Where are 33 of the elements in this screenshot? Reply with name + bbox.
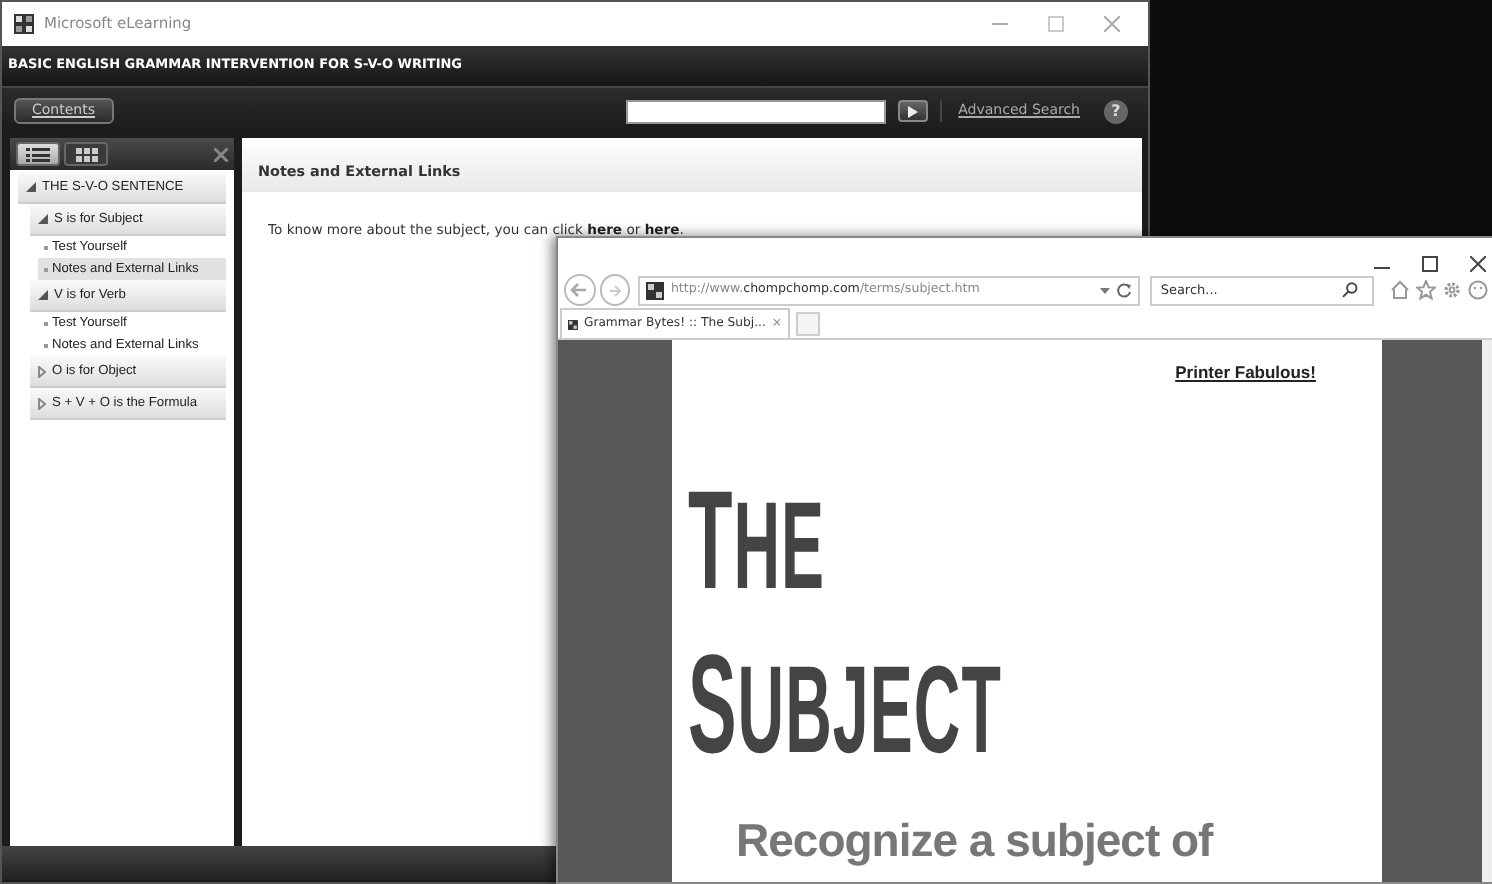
view-toggle[interactable] [16, 142, 60, 166]
expanded-arrow-icon[interactable] [38, 290, 48, 300]
smiley-icon[interactable] [1468, 280, 1489, 300]
site-logo-icon [646, 281, 665, 299]
view-toggle[interactable] [64, 142, 108, 166]
go-button[interactable] [898, 100, 929, 122]
forward-arrow-icon [608, 283, 623, 297]
site-logo-icon [568, 315, 578, 333]
refresh-icon[interactable] [1116, 282, 1133, 298]
maximize-icon[interactable] [1422, 256, 1438, 272]
scrollbar[interactable] [1482, 340, 1492, 882]
gear-icon[interactable] [1442, 280, 1463, 300]
search-field[interactable] [626, 99, 887, 123]
back-button[interactable] [564, 274, 596, 306]
grid-icon [75, 147, 97, 161]
play-icon [908, 105, 919, 117]
collapsed-arrow-icon[interactable] [38, 365, 46, 377]
help-button[interactable]: ? [1104, 99, 1128, 123]
forward-button[interactable] [599, 274, 631, 306]
expanded-arrow-icon[interactable] [26, 182, 36, 192]
star-icon[interactable] [1416, 280, 1437, 300]
page-subtitle: Recognize a subject of [736, 817, 1213, 864]
app-logo-icon [14, 14, 34, 34]
close-icon[interactable] [1470, 256, 1486, 272]
home-icon[interactable] [1390, 280, 1411, 300]
back-arrow-icon [570, 282, 589, 298]
list-icon [26, 147, 50, 161]
collapsed-arrow-icon[interactable] [38, 397, 46, 409]
printer-link[interactable]: Printer Fabulous! [1175, 360, 1316, 386]
expanded-arrow-icon[interactable] [38, 214, 48, 224]
dropdown-arrow-icon[interactable] [1100, 287, 1111, 293]
page-title: SUBJECT [688, 633, 1002, 774]
page-title: THE [688, 469, 826, 610]
